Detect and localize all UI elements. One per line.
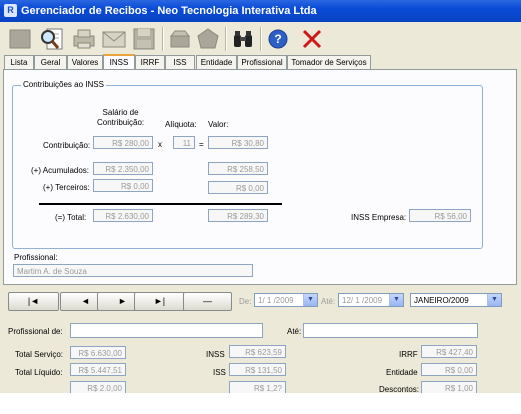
terceiros-valor-field[interactable]: R$ 0,00 <box>208 181 268 194</box>
tab-lista[interactable]: Lista <box>4 55 34 69</box>
iss-summary-label: ISS <box>213 368 226 377</box>
date-to-label: Até: <box>321 297 336 306</box>
toolbar: ? <box>0 22 521 56</box>
tab-entidade[interactable]: Entidade <box>196 55 237 69</box>
total-divider <box>39 203 282 205</box>
svg-text:?: ? <box>274 32 281 46</box>
contribuicao-valor-field[interactable]: R$ 30,80 <box>208 136 268 149</box>
profissional-label: Profissional: <box>14 253 58 262</box>
tab-tomador-de-servicos[interactable]: Tomador de Serviços <box>287 55 371 69</box>
profissional-ate-label: Até: <box>287 327 302 336</box>
email-icon[interactable] <box>100 25 128 52</box>
irrf-summary-label: IRRF <box>399 350 418 359</box>
close-icon[interactable] <box>298 25 326 52</box>
first-record-button[interactable]: |◄ <box>8 292 59 311</box>
total-servico-label: Total Serviço: <box>15 350 64 359</box>
iss-summary-field[interactable]: R$ 131,50 <box>229 363 286 376</box>
irrf-summary-field[interactable]: R$ 427,40 <box>421 345 477 358</box>
new-record-icon[interactable] <box>6 25 34 52</box>
tab-valores[interactable]: Valores <box>67 55 103 69</box>
print-icon[interactable] <box>70 25 98 52</box>
terceiros-field[interactable]: R$ 0,00 <box>93 179 153 192</box>
acumulados-label: (+) Acumulados: <box>31 166 90 175</box>
toolbar-separator <box>260 27 262 51</box>
entidade-summary-field[interactable]: R$ 0,00 <box>421 363 477 376</box>
total-field[interactable]: R$ 2.630,00 <box>93 209 153 222</box>
archive-icon[interactable] <box>166 25 194 52</box>
inss-summary-label: INSS <box>206 350 225 359</box>
date-to-picker[interactable]: 12/ 1 /2009 ▼ <box>338 293 404 307</box>
inss-empresa-label: INSS Empresa: <box>351 213 407 222</box>
title-bar: R Gerenciador de Recibos - Neo Tecnologi… <box>0 0 521 22</box>
multiply-sign: x <box>158 140 162 149</box>
valor-header: Valor: <box>208 120 229 129</box>
tab-inss[interactable]: INSS <box>103 54 135 70</box>
profissional-field[interactable]: Martim A. de Souza <box>13 264 253 277</box>
contribuicao-label: Contribuição: <box>43 141 91 150</box>
tab-irrf[interactable]: IRRF <box>135 55 165 69</box>
total-valor-field[interactable]: R$ 289,30 <box>208 209 268 222</box>
date-to-value: 12/ 1 /2009 <box>342 296 383 305</box>
chevron-down-icon[interactable]: ▼ <box>389 294 403 306</box>
app-logo-icon: R <box>4 4 17 17</box>
tab-profissional[interactable]: Profissional <box>237 55 287 69</box>
total-liquido-field[interactable]: R$ 5.447,51 <box>70 363 126 376</box>
last-record-button[interactable]: ►| <box>134 292 185 311</box>
tab-iss[interactable]: ISS <box>165 55 195 69</box>
group-title: Contribuições ao INSS <box>21 80 106 89</box>
profissional-de-label: Profissional de: <box>8 327 63 336</box>
date-from-value: 1/ 1 /2009 <box>258 296 294 305</box>
total-servico-field[interactable]: R$ 6.630,00 <box>70 346 126 359</box>
month-select-value: JANEIRO/2009 <box>414 296 469 305</box>
inss-contributions-group: Contribuições ao INSS Salário de Contrib… <box>12 80 483 249</box>
chevron-down-icon[interactable]: ▼ <box>487 294 501 306</box>
search-document-icon[interactable] <box>38 25 66 52</box>
tab-strip: Lista Geral Valores INSS IRRF ISS Entida… <box>0 54 521 70</box>
inss-empresa-field[interactable]: R$ 56,00 <box>409 209 471 222</box>
profissional-de-field[interactable] <box>70 323 263 338</box>
profissional-ate-field[interactable] <box>303 323 478 338</box>
month-select[interactable]: JANEIRO/2009 ▼ <box>410 293 502 307</box>
total-label: (=) Total: <box>55 213 87 222</box>
toolbar-separator <box>225 27 227 51</box>
remove-record-button[interactable]: — <box>183 292 232 311</box>
help-icon[interactable]: ? <box>264 25 292 52</box>
contribuicao-field[interactable]: R$ 280,00 <box>93 136 153 149</box>
inss-panel: Contribuições ao INSS Salário de Contrib… <box>3 69 517 285</box>
terceiros-label: (+) Terceiros: <box>43 183 90 192</box>
date-from-picker[interactable]: 1/ 1 /2009 ▼ <box>254 293 318 307</box>
toolbar-separator <box>162 27 164 51</box>
aliquota-header: Alíquota: <box>165 120 197 129</box>
acumulados-field[interactable]: R$ 2.350,00 <box>93 162 153 175</box>
tag-icon[interactable] <box>194 25 222 52</box>
date-from-label: De: <box>239 297 252 306</box>
salary-header: Salário de Contribuição: <box>97 108 145 127</box>
acumulados-valor-field[interactable]: R$ 258,50 <box>208 162 268 175</box>
tab-geral[interactable]: Geral <box>34 55 67 69</box>
torn-edge <box>0 393 521 414</box>
entidade-summary-label: Entidade <box>386 368 418 377</box>
window-title: Gerenciador de Recibos - Neo Tecnologia … <box>21 5 317 17</box>
inss-summary-field[interactable]: R$ 623,59 <box>229 345 286 358</box>
binoculars-icon[interactable] <box>229 25 257 52</box>
chevron-down-icon[interactable]: ▼ <box>303 294 317 306</box>
aliquota-field[interactable]: 11 <box>173 136 195 149</box>
app-window: R Gerenciador de Recibos - Neo Tecnologi… <box>0 0 521 414</box>
save-icon[interactable] <box>130 25 158 52</box>
total-liquido-label: Total Líquido: <box>15 368 63 377</box>
equals-sign: = <box>199 140 204 149</box>
